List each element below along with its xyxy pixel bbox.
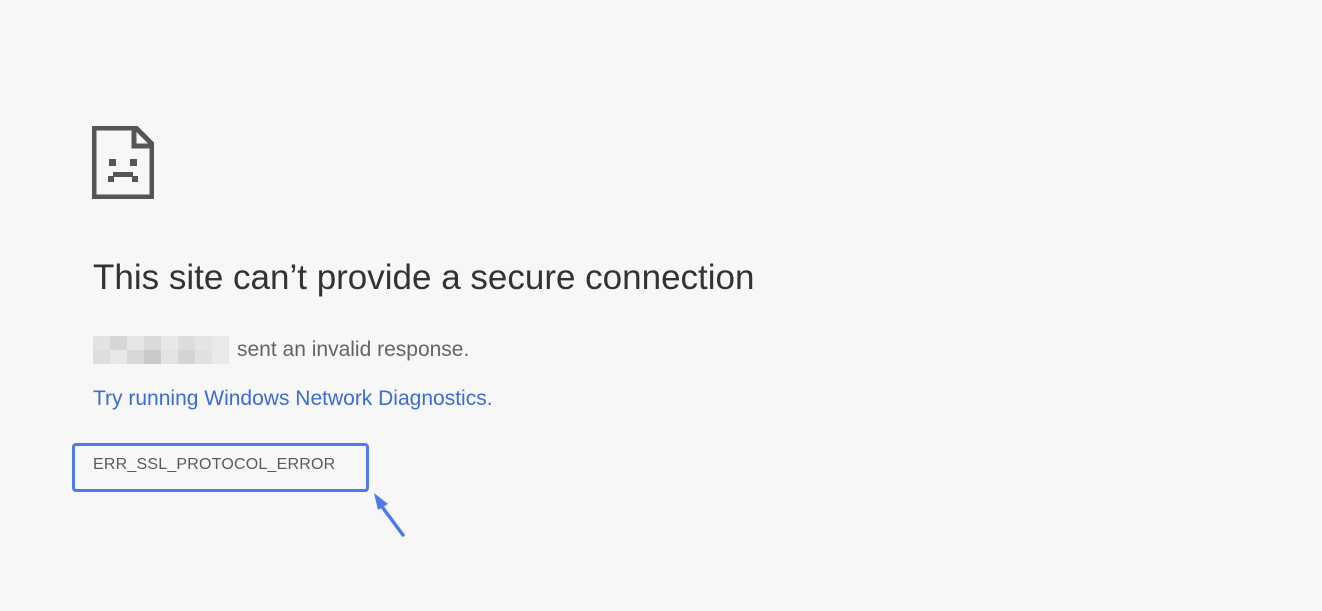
redacted-domain <box>93 336 229 364</box>
page-title: This site can’t provide a secure connect… <box>93 258 755 297</box>
error-message: sent an invalid response. <box>93 335 469 365</box>
error-message-text: sent an invalid response. <box>237 338 470 361</box>
network-diagnostics-link[interactable]: Try running Windows Network Diagnostics. <box>93 387 493 411</box>
arrow-pointer-icon <box>368 490 408 540</box>
sad-document-icon <box>91 125 155 200</box>
error-code: ERR_SSL_PROTOCOL_ERROR <box>93 456 336 473</box>
